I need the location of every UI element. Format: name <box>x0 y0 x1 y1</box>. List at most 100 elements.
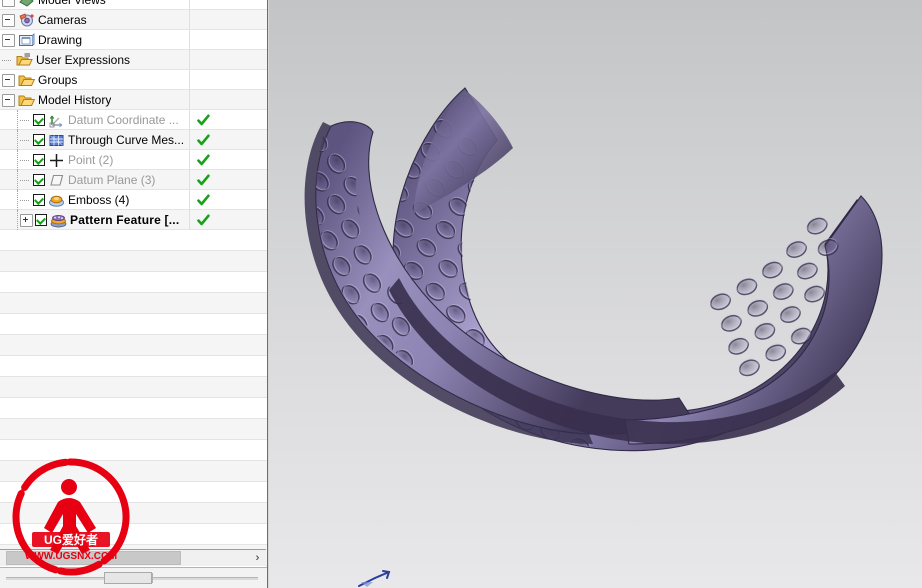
tree-item-label-groups: Groups <box>38 73 78 87</box>
tree-empty-row[interactable] <box>0 461 267 482</box>
feature-status-cell <box>190 90 267 110</box>
tree-row-through-curve-mes[interactable]: Through Curve Mes... <box>0 130 267 150</box>
tree-empty-row[interactable] <box>0 314 267 335</box>
cameras-icon <box>17 12 35 28</box>
tree-row-model-history[interactable]: Model History <box>0 90 267 110</box>
tree-item-label-model-views: Model Views <box>38 0 106 7</box>
tree-guide-line <box>17 110 19 130</box>
through-curve-mesh-icon <box>47 132 65 148</box>
tree-item-label-drawing: Drawing <box>38 33 83 47</box>
tree-row-datum-plane-3[interactable]: Datum Plane (3) <box>0 170 267 190</box>
tree-item-label-datum-coordinate: Datum Coordinate ... <box>68 113 179 127</box>
tree-expander[interactable] <box>20 213 33 227</box>
scroll-right-arrow-icon[interactable]: › <box>249 550 266 566</box>
green-check-icon <box>197 194 210 205</box>
tree-row-groups[interactable]: Groups <box>0 70 267 90</box>
folder-icon <box>17 72 35 88</box>
tree-empty-row[interactable] <box>0 482 267 503</box>
tree-row-pattern-feature[interactable]: Pattern Feature [... <box>0 210 267 230</box>
feature-checkbox[interactable] <box>33 174 45 186</box>
feature-checkbox[interactable] <box>35 214 47 226</box>
feature-status-cell <box>190 210 267 230</box>
feature-status-cell <box>190 50 267 70</box>
tree-item-label-model-history: Model History <box>38 93 112 107</box>
feature-status-cell <box>190 30 267 50</box>
tree-empty-row[interactable] <box>0 398 267 419</box>
tree-item-label-through-curve-mes: Through Curve Mes... <box>68 133 185 147</box>
feature-checkbox[interactable] <box>33 114 45 126</box>
tree-item-label-pattern-feature: Pattern Feature [... <box>70 213 180 227</box>
tree-empty-row[interactable] <box>0 293 267 314</box>
feature-status-cell <box>190 70 267 90</box>
tree-item-label-point-2: Point (2) <box>68 153 114 167</box>
feature-checkbox[interactable] <box>33 154 45 166</box>
green-check-icon <box>197 214 210 225</box>
tree-row-emboss-4[interactable]: Emboss (4) <box>0 190 267 210</box>
tree-guide-line <box>17 150 19 170</box>
tree-item-label-cameras: Cameras <box>38 13 87 27</box>
tree-empty-row[interactable] <box>0 419 267 440</box>
tree-item-label-user-expressions: User Expressions <box>36 53 131 67</box>
point-icon <box>47 152 65 168</box>
tree-expander[interactable] <box>2 73 15 87</box>
tree-empty-row[interactable] <box>0 272 267 293</box>
tree-expander <box>20 135 31 146</box>
tree-empty-row[interactable] <box>0 230 267 251</box>
datum-plane-icon <box>47 172 65 188</box>
tree-empty-row[interactable] <box>0 503 267 524</box>
tree-expander <box>20 175 31 186</box>
feature-status-cell <box>190 170 267 190</box>
green-check-icon <box>197 154 210 165</box>
tree-row-point-2[interactable]: Point (2) <box>0 150 267 170</box>
tree-expander[interactable] <box>2 13 15 27</box>
navigator-horizontal-scrollbar[interactable]: ‹ › <box>0 549 266 566</box>
tree-row-datum-coordinate[interactable]: Datum Coordinate ... <box>0 110 267 130</box>
tree-empty-row[interactable] <box>0 251 267 272</box>
folder-icon <box>17 92 35 108</box>
tree-empty-row[interactable] <box>0 377 267 398</box>
tree-empty-row[interactable] <box>0 440 267 461</box>
tree-guide-line <box>17 190 19 210</box>
feature-checkbox[interactable] <box>33 194 45 206</box>
tree-guide-line <box>17 130 19 150</box>
scrollbar-thumb[interactable] <box>6 551 181 565</box>
part-navigator-panel: Model Views Cameras Drawing User Expression… <box>0 0 268 588</box>
feature-status-cell <box>190 190 267 210</box>
tree-empty-row[interactable] <box>0 356 267 377</box>
tree-guide-line <box>17 210 19 230</box>
green-check-icon <box>197 134 210 145</box>
feature-status-cell <box>190 110 267 130</box>
part-navigator-tree[interactable]: Model Views Cameras Drawing User Expression… <box>0 0 267 587</box>
feature-status-cell <box>190 0 267 10</box>
emboss-icon <box>47 192 65 208</box>
tree-empty-row[interactable] <box>0 524 267 545</box>
tree-expander <box>20 155 31 166</box>
tree-expander <box>20 115 31 126</box>
nx-application-window: Model Views Cameras Drawing User Expression… <box>0 0 922 588</box>
datum-csys-icon <box>47 112 65 128</box>
feature-checkbox[interactable] <box>33 134 45 146</box>
tree-expander <box>2 55 13 66</box>
bottom-slider-strip[interactable] <box>0 567 267 588</box>
tree-row-user-expressions[interactable]: User Expressions <box>0 50 267 70</box>
graphics-viewport[interactable] <box>269 0 922 588</box>
pattern-feature-icon <box>49 212 67 228</box>
tree-row-drawing[interactable]: Drawing <box>0 30 267 50</box>
tree-expander <box>20 195 31 206</box>
slider-tick-right <box>152 573 153 583</box>
tree-item-label-datum-plane-3: Datum Plane (3) <box>68 173 156 187</box>
tree-guide-line <box>17 170 19 190</box>
tree-empty-row[interactable] <box>0 335 267 356</box>
slider-handle[interactable] <box>104 572 152 584</box>
tree-row-cameras[interactable]: Cameras <box>0 10 267 30</box>
tree-row-model-views[interactable]: Model Views <box>0 0 267 10</box>
tree-expander[interactable] <box>2 0 15 7</box>
feature-status-cell <box>190 10 267 30</box>
tree-item-label-emboss-4: Emboss (4) <box>68 193 130 207</box>
tree-expander[interactable] <box>2 33 15 47</box>
expressions-folder-icon <box>15 52 33 68</box>
green-check-icon <box>197 174 210 185</box>
dimpled-surface-model <box>304 87 883 452</box>
green-check-icon <box>197 114 210 125</box>
tree-expander[interactable] <box>2 93 15 107</box>
